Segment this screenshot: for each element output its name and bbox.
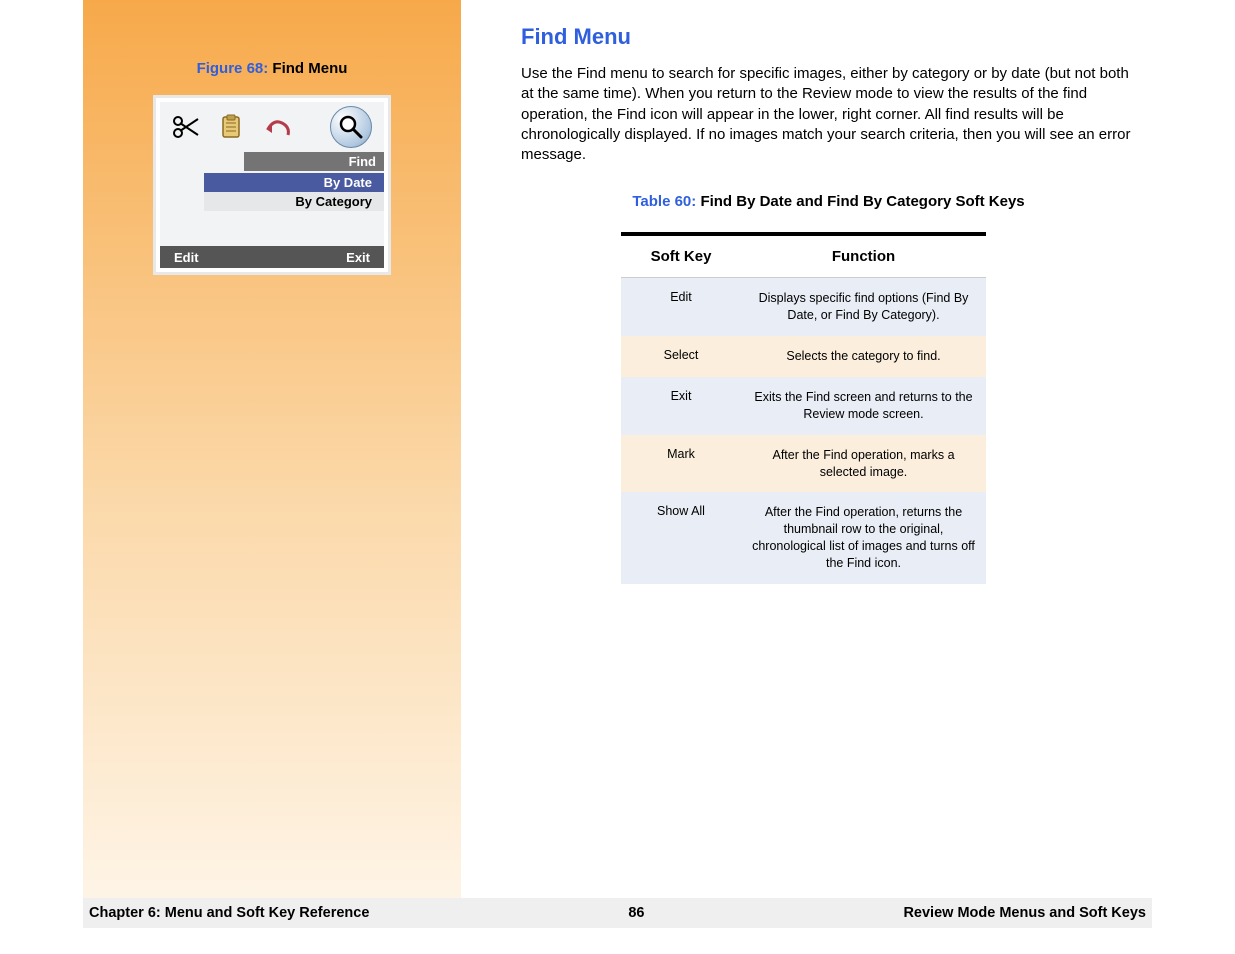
section-paragraph: Use the Find menu to search for specific… — [521, 64, 1136, 165]
clipboard-icon — [220, 114, 244, 140]
table-title: Find By Date and Find By Category Soft K… — [700, 193, 1024, 210]
footer-page-number: 86 — [628, 905, 644, 921]
scissors-icon — [172, 115, 200, 139]
table-caption: Table 60: Find By Date and Find By Categ… — [521, 193, 1136, 210]
table-row: Exit Exits the Find screen and returns t… — [621, 377, 986, 435]
main-content: Find Menu Use the Find menu to search fo… — [461, 0, 1152, 928]
softkey-exit: Exit — [346, 250, 370, 265]
camera-screen: Find By Date By Category Edit Exit — [153, 95, 391, 275]
cell-function: Displays specific find options (Find By … — [741, 278, 986, 336]
cell-function: Exits the Find screen and returns to the… — [741, 377, 986, 435]
cell-function: After the Find operation, returns the th… — [741, 492, 986, 584]
cell-function: Selects the category to find. — [741, 336, 986, 377]
table-row: Select Selects the category to find. — [621, 336, 986, 377]
softkey-table: Soft Key Function Edit Displays specific… — [621, 232, 986, 584]
cell-softkey: Show All — [621, 492, 741, 584]
figure-caption: Figure 68: Find Menu — [83, 60, 461, 77]
table-row: Mark After the Find operation, marks a s… — [621, 435, 986, 493]
sidebar: Figure 68: Find Menu — [83, 0, 461, 898]
camera-screen-inner: Find By Date By Category Edit Exit — [160, 102, 384, 268]
table-row: Show All After the Find operation, retur… — [621, 492, 986, 584]
cell-function: After the Find operation, marks a select… — [741, 435, 986, 493]
table-header-function: Function — [741, 236, 986, 277]
find-menu-list: By Date By Category — [204, 173, 384, 211]
magnifier-icon — [330, 106, 372, 148]
table-label: Table 60: — [632, 193, 696, 210]
figure-label: Figure 68: — [197, 60, 269, 77]
figure-title: Find Menu — [272, 60, 347, 77]
toolbar-icon-row — [160, 108, 384, 146]
cell-softkey: Select — [621, 336, 741, 377]
footer-chapter: Chapter 6: Menu and Soft Key Reference — [89, 905, 369, 921]
footer-section: Review Mode Menus and Soft Keys — [903, 905, 1146, 921]
menu-item-by-category: By Category — [204, 192, 384, 211]
softkey-edit: Edit — [174, 250, 199, 265]
section-heading: Find Menu — [521, 24, 1152, 50]
find-tab: Find — [244, 152, 384, 171]
table-header: Soft Key Function — [621, 236, 986, 278]
cell-softkey: Edit — [621, 278, 741, 336]
cell-softkey: Exit — [621, 377, 741, 435]
undo-icon — [264, 117, 294, 137]
menu-item-by-date: By Date — [204, 173, 384, 192]
table-header-softkey: Soft Key — [621, 236, 741, 277]
table-row: Edit Displays specific find options (Fin… — [621, 278, 986, 336]
page: Figure 68: Find Menu — [83, 0, 1152, 928]
softkey-bar: Edit Exit — [160, 246, 384, 268]
page-footer: Chapter 6: Menu and Soft Key Reference 8… — [83, 898, 1152, 928]
cell-softkey: Mark — [621, 435, 741, 493]
